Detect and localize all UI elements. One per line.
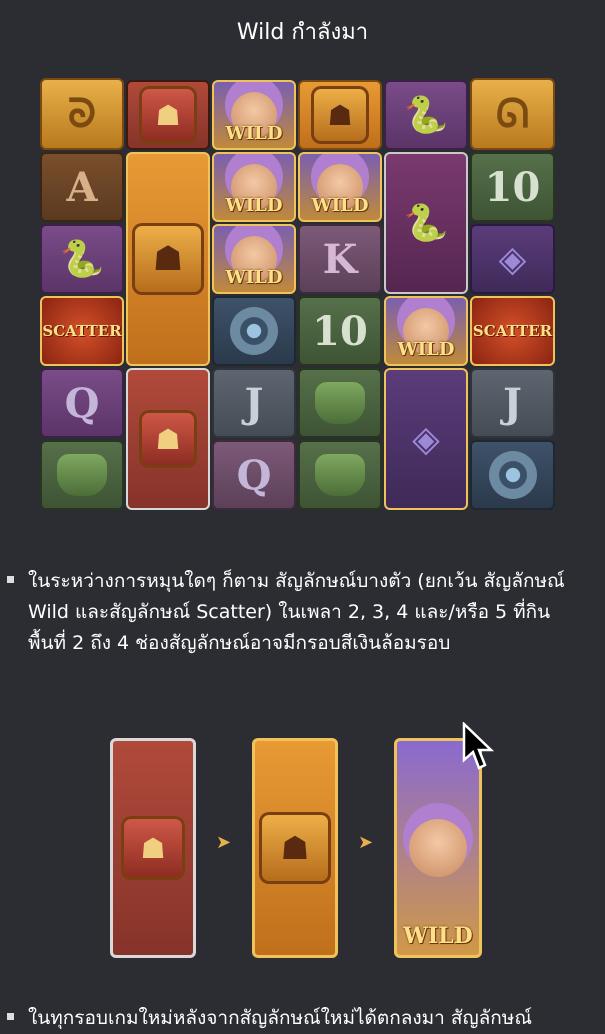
wild-label: WILD xyxy=(225,123,283,144)
sun-stone-icon xyxy=(488,451,537,499)
red-mask-icon: ☗ xyxy=(121,816,185,880)
wild-label: WILD xyxy=(397,339,455,360)
symbol-serpent: 🐍 xyxy=(40,224,124,294)
symbol-green-mask xyxy=(298,440,382,510)
symbol-10: 10 xyxy=(470,152,555,222)
symbol-j: J xyxy=(212,368,296,438)
wild-queen-icon xyxy=(409,819,467,877)
symbol-wild: WILD xyxy=(384,296,468,366)
spiral-icon: ᘐ xyxy=(67,91,97,137)
symbol-q: Q xyxy=(40,368,124,438)
bullet-icon xyxy=(7,1013,14,1020)
wild-label: WILD xyxy=(225,267,283,288)
symbol-gold-mask-tall: ☗ xyxy=(126,152,210,366)
symbol-jaguar: ◈ xyxy=(470,224,555,294)
reel-grid: ᘐ ☗ WILD ☗ 🐍 ᘏ A ☗ WILD WILD 🐍 10 🐍 WILD… xyxy=(40,78,555,512)
symbol-jaguar-tall: ◈ xyxy=(384,368,468,510)
sun-stone-icon xyxy=(230,307,278,355)
wild-label: WILD xyxy=(403,923,473,949)
symbol-wild: WILD xyxy=(212,224,296,294)
scatter-label: SCATTER xyxy=(472,322,553,340)
letter-q: Q xyxy=(64,379,100,427)
arrow-icon: ➤ xyxy=(216,832,232,853)
gold-mask-icon: ☗ xyxy=(132,223,204,295)
red-mask-icon: ☗ xyxy=(139,410,197,468)
page-title: Wild กำลังมา xyxy=(236,20,369,45)
symbol-red-mask-tall: ☗ xyxy=(126,368,210,510)
sequence-gold-frame-tile: ☗ xyxy=(252,738,338,958)
symbol-serpent: 🐍 xyxy=(384,80,468,150)
green-mask-icon xyxy=(57,454,107,496)
serpent-icon: 🐍 xyxy=(59,239,105,280)
symbol-wild: WILD xyxy=(212,152,296,222)
jaguar-icon: ◈ xyxy=(412,418,440,460)
symbol-wild: WILD xyxy=(212,80,296,150)
symbol-a: A xyxy=(40,152,124,222)
symbol-scatter: SCATTER xyxy=(470,296,555,366)
red-mask-icon: ☗ xyxy=(139,86,197,144)
jaguar-icon: ◈ xyxy=(498,238,527,280)
mouse-cursor-icon xyxy=(462,722,494,770)
arrow-icon: ➤ xyxy=(358,832,374,853)
wild-label: WILD xyxy=(311,195,369,216)
symbol-red-mask: ☗ xyxy=(126,80,210,150)
symbol-10: 10 xyxy=(298,296,382,366)
serpent-icon: 🐍 xyxy=(403,95,449,136)
symbol-serpent-tall: 🐍 xyxy=(384,152,468,294)
letter-a: A xyxy=(66,163,98,211)
scatter-label: SCATTER xyxy=(42,322,122,340)
green-mask-icon xyxy=(315,382,365,424)
next-paragraph-text: ในทุกรอบเกมใหม่หลังจากสัญลักษณ์ใหม่ได้ตก… xyxy=(28,1007,532,1029)
spiral-icon: ᘏ xyxy=(495,91,530,137)
green-mask-icon xyxy=(315,454,365,496)
letter-10: 10 xyxy=(484,163,541,211)
letter-j: J xyxy=(503,379,522,427)
symbol-gear xyxy=(470,440,555,510)
symbol-green-mask xyxy=(298,368,382,438)
letter-k: K xyxy=(322,235,358,283)
symbol-k: K xyxy=(298,224,382,294)
letter-q: Q xyxy=(236,451,272,499)
wild-label: WILD xyxy=(225,195,283,216)
symbol-scatter: SCATTER xyxy=(40,296,124,366)
gold-mask-icon: ☗ xyxy=(259,812,331,884)
letter-j: J xyxy=(244,379,264,427)
symbol-wild: WILD xyxy=(298,152,382,222)
symbol-gold-mask: ☗ xyxy=(298,80,382,150)
symbol-gear xyxy=(212,296,296,366)
sequence-silver-frame-tile: ☗ xyxy=(110,738,196,958)
gold-spiral-frame: ᘐ xyxy=(40,78,124,150)
symbol-green-mask xyxy=(40,440,124,510)
bullet-icon xyxy=(7,576,14,583)
symbol-q: Q xyxy=(212,440,296,510)
description-text: ในระหว่างการหมุนใดๆ ก็ตาม สัญลักษณ์บางตั… xyxy=(28,570,565,654)
serpent-icon: 🐍 xyxy=(403,203,449,244)
gold-spiral-frame: ᘏ xyxy=(470,78,555,150)
symbol-j: J xyxy=(470,368,555,438)
letter-10: 10 xyxy=(312,307,368,355)
gold-mask-icon: ☗ xyxy=(311,86,369,144)
